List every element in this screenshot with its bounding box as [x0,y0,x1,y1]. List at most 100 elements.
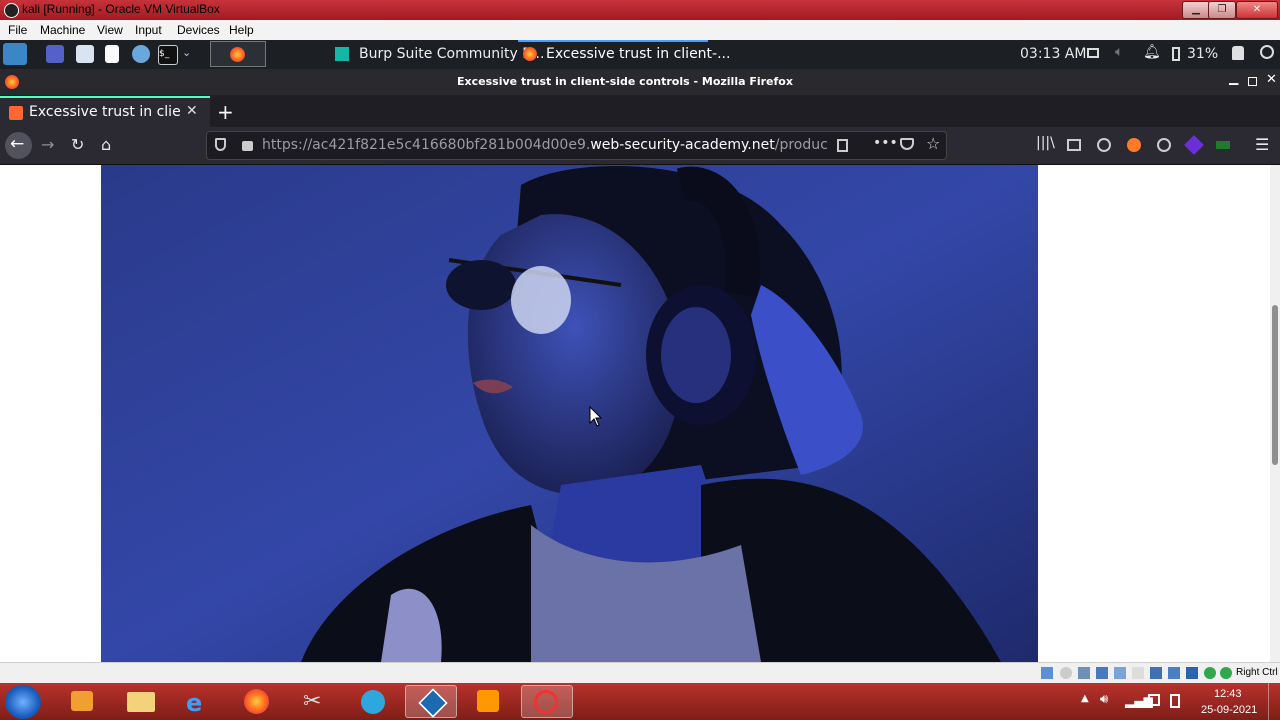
page-actions-icon[interactable]: ••• [873,135,898,151]
library-icon[interactable]: |||\ [1036,135,1055,151]
host-key-label: Right Ctrl [1236,667,1278,678]
close-button[interactable]: ✕ [1236,1,1278,19]
show-desktop-button[interactable] [1268,683,1280,720]
minimize-icon[interactable]: ▁ [1229,71,1238,85]
file-manager-icon[interactable] [76,45,94,63]
lock-icon[interactable] [1232,46,1244,60]
kali-vm-icon [534,690,558,714]
network-tray-icon[interactable] [1148,694,1160,706]
internet-explorer-icon: e [186,689,203,717]
text-editor-icon[interactable] [105,45,119,63]
status-mouse-integration-icon[interactable] [1204,667,1216,679]
power-tray-icon[interactable] [1170,694,1180,708]
clock-text[interactable]: 03:13 AM [1020,46,1086,62]
back-arrow-icon: ← [10,134,25,154]
tab-close-icon[interactable]: ✕ [186,103,198,119]
hamburger-menu-icon[interactable]: ☰ [1255,135,1269,154]
virtualbox-status-bar: Right Ctrl [0,662,1280,684]
close-icon[interactable]: ✕ [1266,72,1277,87]
firefox-window-title: Excessive trust in client-side controls … [457,75,793,88]
menu-file[interactable]: File [8,23,27,37]
status-hdd-icon[interactable] [1041,667,1053,679]
status-shared-folder-icon[interactable] [1132,667,1144,679]
taskbar-explorer[interactable] [115,685,167,718]
url-path: /product?pro [774,137,827,153]
firefox-launcher-box[interactable] [210,41,266,67]
cookie-icon[interactable] [1157,138,1171,152]
status-recording-icon[interactable] [1168,667,1180,679]
taskbar-internet-explorer[interactable]: e [173,685,225,718]
menu-machine[interactable]: Machine [40,23,85,37]
reader-view-icon[interactable] [837,139,848,152]
folder-icon [127,692,155,712]
tab-title: Excessive trust in client-s [29,104,181,120]
burp-task-icon [335,47,349,61]
volume-icon[interactable]: 🔈︎ [1115,44,1123,60]
taskbar-virtualbox[interactable] [405,685,457,718]
forward-icon[interactable]: → [41,135,54,154]
taskbar-firefox[interactable] [231,685,283,718]
maximize-button[interactable]: ❐ [1208,1,1236,19]
url-text[interactable]: https://ac421f821e5c416680bf281b004d00e9… [262,137,827,153]
status-display-icon[interactable] [1150,667,1162,679]
sidebar-icon[interactable] [1067,139,1081,151]
shield-icon[interactable] [215,138,226,151]
status-keyboard-icon[interactable] [1220,667,1232,679]
status-optical-icon[interactable] [1060,667,1072,679]
url-bar[interactable]: https://ac421f821e5c416680bf281b004d00e9… [206,131,947,160]
scrollbar-thumb[interactable] [1272,305,1278,465]
chevron-down-icon[interactable]: ⌄ [182,46,191,59]
workspace-icon[interactable] [46,45,64,63]
pocket-icon[interactable] [900,138,914,150]
maximize-icon[interactable] [1248,77,1257,86]
battery-percentage[interactable]: 31% [1187,46,1218,62]
new-tab-button[interactable]: + [217,100,234,124]
battery-icon[interactable] [1172,47,1180,61]
show-hidden-icons-icon[interactable]: ▲ [1081,693,1089,704]
notification-bell-icon[interactable]: 🔔︎ [1143,44,1161,60]
taskbar-kali-vm[interactable] [521,685,573,718]
browser-globe-icon[interactable] [132,45,150,63]
firefox-icon [244,689,269,714]
kali-menu-icon[interactable] [3,43,27,65]
extension-green-icon[interactable] [1216,141,1230,149]
menu-input[interactable]: Input [135,23,162,37]
telegram-icon [361,690,385,714]
windows-start-button[interactable] [5,685,41,719]
status-cpu-icon[interactable] [1186,667,1198,679]
status-audio-icon[interactable] [1078,667,1090,679]
terminal-icon[interactable]: $_ [158,45,178,65]
power-icon[interactable] [1260,45,1274,59]
task-active-underline [518,40,708,42]
volume-tray-icon[interactable]: 🔊︎ [1100,692,1108,707]
task-firefox[interactable]: Excessive trust in client-... [546,46,730,62]
menu-devices[interactable]: Devices [177,23,220,37]
taskbar-time[interactable]: 12:43 [1214,688,1242,700]
mouse-cursor-icon [589,406,603,427]
minimize-button[interactable]: ▁ [1182,1,1210,19]
foxyproxy-icon[interactable] [1127,138,1141,152]
tab-favicon [9,106,23,120]
display-icon[interactable] [1087,48,1099,58]
taskbar-date[interactable]: 25-09-2021 [1201,704,1257,716]
firefox-window-titlebar: Excessive trust in client-side controls … [0,69,1280,95]
taskbar-sublime[interactable] [463,685,515,718]
virtualbox-title-bar: kali [Running] - Oracle VM VirtualBox ▁ … [0,0,1280,20]
tab-excessive-trust[interactable]: Excessive trust in client-s ✕ [0,96,210,127]
status-usb-icon[interactable] [1114,667,1126,679]
bookmark-star-icon[interactable]: ☆ [926,134,940,153]
home-icon[interactable]: ⌂ [101,135,111,154]
taskbar-snipping-tool[interactable]: ✂ [289,685,341,718]
menu-help[interactable]: Help [229,23,254,37]
scissors-icon: ✂ [303,689,322,714]
account-icon[interactable] [1097,138,1111,152]
menu-view[interactable]: View [97,23,123,37]
status-network-icon[interactable] [1096,667,1108,679]
taskbar-media-player[interactable] [57,685,109,718]
reload-icon[interactable]: ↻ [71,135,84,154]
taskbar-telegram[interactable] [347,685,399,718]
task-burp-suite[interactable]: Burp Suite Community E... [359,46,544,62]
padlock-icon[interactable] [242,141,253,151]
kali-top-panel: $_ ⌄ Burp Suite Community E... Excessive… [0,40,1280,69]
firefox-icon [230,47,245,62]
